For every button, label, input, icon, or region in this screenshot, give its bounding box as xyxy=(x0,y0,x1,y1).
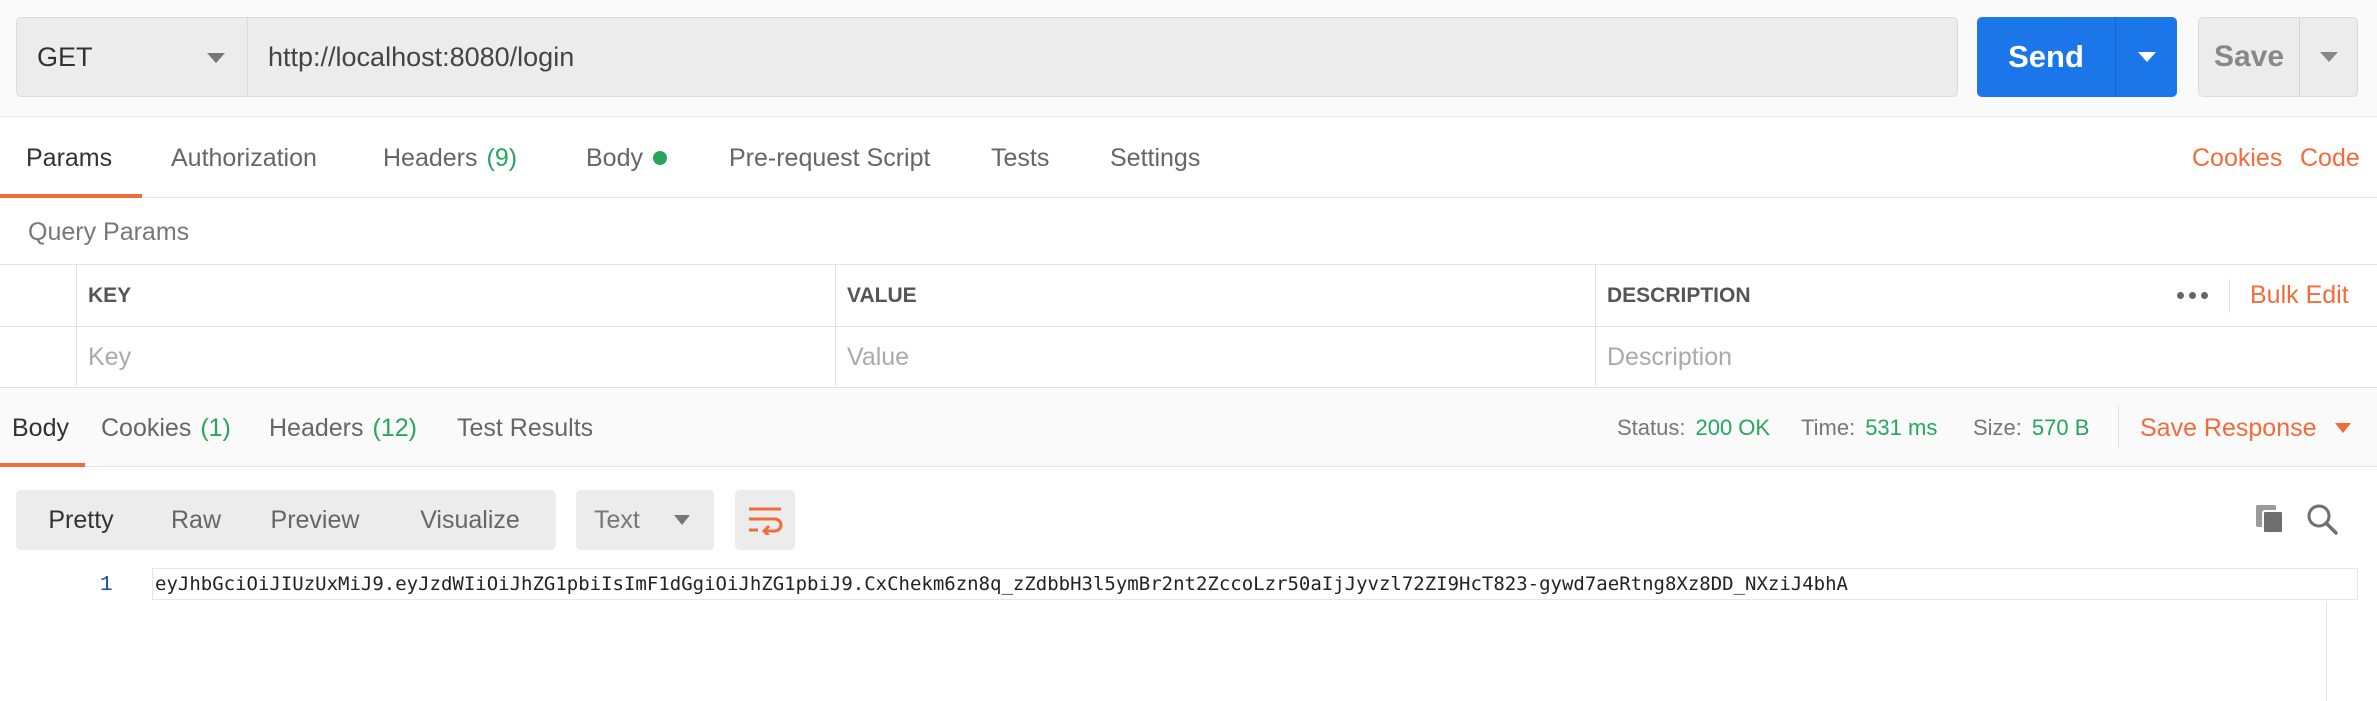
line-number: 1 xyxy=(100,574,113,597)
mode-visualize[interactable]: Visualize xyxy=(384,490,556,550)
url-input[interactable]: http://localhost:8080/login xyxy=(248,17,1958,97)
time-value: 531 ms xyxy=(1865,415,1938,440)
chevron-down-icon xyxy=(2319,52,2338,62)
search-button[interactable] xyxy=(2305,502,2339,536)
chevron-down-icon xyxy=(2334,423,2351,433)
tab-response-cookies[interactable]: Cookies (1) xyxy=(101,389,231,467)
code-line: eyJhbGciOiJIUzUxMiJ9.eyJzdWIiOiJhZG1pbiI… xyxy=(152,568,2358,600)
tab-label: Body xyxy=(12,413,69,442)
request-bar: GET http://localhost:8080/login Send Sav… xyxy=(0,0,2377,117)
value-input[interactable]: Value xyxy=(835,327,1595,388)
tab-response-headers[interactable]: Headers (12) xyxy=(269,389,417,467)
column-header-key: KEY xyxy=(88,283,132,307)
column-header-value: VALUE xyxy=(847,283,917,307)
scrollbar[interactable] xyxy=(2326,602,2327,701)
mode-pretty[interactable]: Pretty xyxy=(16,490,146,550)
tab-label: Cookies xyxy=(101,413,192,442)
copy-icon xyxy=(2256,505,2284,534)
tab-label: Body xyxy=(586,143,643,172)
time-label: Time: xyxy=(1801,415,1856,440)
tab-response-body[interactable]: Body xyxy=(0,389,85,467)
key-input[interactable]: Key xyxy=(76,327,835,388)
mode-preview[interactable]: Preview xyxy=(246,490,384,550)
column-header-description: DESCRIPTION xyxy=(1607,283,1751,307)
description-input[interactable]: Description xyxy=(1595,327,2377,388)
table-row: Key Value Description xyxy=(0,327,2377,389)
tab-test-results[interactable]: Test Results xyxy=(457,389,593,467)
tab-body[interactable]: Body xyxy=(586,118,667,198)
status-readout: Status: 200 OK xyxy=(1617,389,1770,467)
code-link[interactable]: Code xyxy=(2300,118,2360,198)
size-label: Size: xyxy=(1973,415,2022,440)
status-value: 200 OK xyxy=(1695,415,1771,440)
send-button[interactable]: Send xyxy=(1977,17,2115,97)
size-readout: Size: 570 B xyxy=(1973,389,2089,467)
save-response-button[interactable]: Save Response xyxy=(2140,389,2351,467)
tab-label: Pre-request Script xyxy=(729,143,931,172)
tab-pre-request-script[interactable]: Pre-request Script xyxy=(729,118,930,198)
search-icon xyxy=(2307,504,2338,535)
tab-label: Headers xyxy=(269,413,364,442)
tab-label: Params xyxy=(26,143,113,172)
request-tabs: Params Authorization Headers (9) Body Pr… xyxy=(0,118,2377,198)
response-tabs: Body Cookies (1) Headers (12) Test Resul… xyxy=(0,389,2377,467)
view-mode-group: Pretty Raw Preview Visualize xyxy=(16,490,556,550)
chevron-down-icon xyxy=(207,53,225,63)
mode-raw[interactable]: Raw xyxy=(146,490,246,550)
more-options-icon[interactable] xyxy=(2170,273,2214,317)
status-label: Status: xyxy=(1617,415,1686,440)
chevron-down-icon xyxy=(2137,52,2156,62)
wrap-lines-button[interactable] xyxy=(735,490,795,550)
tab-count: (12) xyxy=(372,413,417,442)
wrap-lines-icon xyxy=(749,507,783,535)
bulk-edit-link[interactable]: Bulk Edit xyxy=(2250,265,2349,326)
divider xyxy=(2229,279,2230,313)
query-params-table: KEY VALUE DESCRIPTION Bulk Edit Key Valu… xyxy=(0,264,2377,388)
tab-params[interactable]: Params xyxy=(0,118,143,198)
size-value: 570 B xyxy=(2031,415,2090,440)
tab-count: (1) xyxy=(200,413,231,442)
method-select[interactable]: GET xyxy=(16,17,248,97)
table-header-row: KEY VALUE DESCRIPTION Bulk Edit xyxy=(0,265,2377,327)
time-readout: Time: 531 ms xyxy=(1801,389,1937,467)
send-button-group: Send xyxy=(1977,17,2177,97)
tab-authorization[interactable]: Authorization xyxy=(171,118,317,198)
tab-label: Authorization xyxy=(171,143,317,172)
url-text: http://localhost:8080/login xyxy=(268,41,575,72)
chevron-down-icon xyxy=(674,515,690,525)
save-button[interactable]: Save xyxy=(2199,18,2299,96)
save-options-button[interactable] xyxy=(2299,18,2357,96)
tab-label: Tests xyxy=(991,143,1050,172)
tab-settings[interactable]: Settings xyxy=(1110,118,1200,198)
body-indicator-dot xyxy=(652,151,667,165)
copy-button[interactable] xyxy=(2253,502,2287,536)
save-button-group: Save xyxy=(2198,17,2358,97)
tab-tests[interactable]: Tests xyxy=(991,118,1049,198)
response-body-editor[interactable]: 1 eyJhbGciOiJIUzUxMiJ9.eyJzdWIiOiJhZG1pb… xyxy=(0,566,2377,701)
tab-label: Headers xyxy=(383,143,478,172)
save-response-label: Save Response xyxy=(2140,413,2317,442)
query-params-title: Query Params xyxy=(28,218,190,246)
divider xyxy=(2118,405,2119,449)
format-label: Text xyxy=(594,505,640,534)
tab-headers[interactable]: Headers (9) xyxy=(383,118,517,198)
tab-count: (9) xyxy=(486,143,518,172)
method-label: GET xyxy=(37,41,93,72)
cookies-link[interactable]: Cookies xyxy=(2192,118,2282,198)
format-select[interactable]: Text xyxy=(576,490,714,550)
tab-label: Test Results xyxy=(457,413,594,442)
send-options-button[interactable] xyxy=(2115,17,2177,97)
tab-label: Settings xyxy=(1110,143,1201,172)
